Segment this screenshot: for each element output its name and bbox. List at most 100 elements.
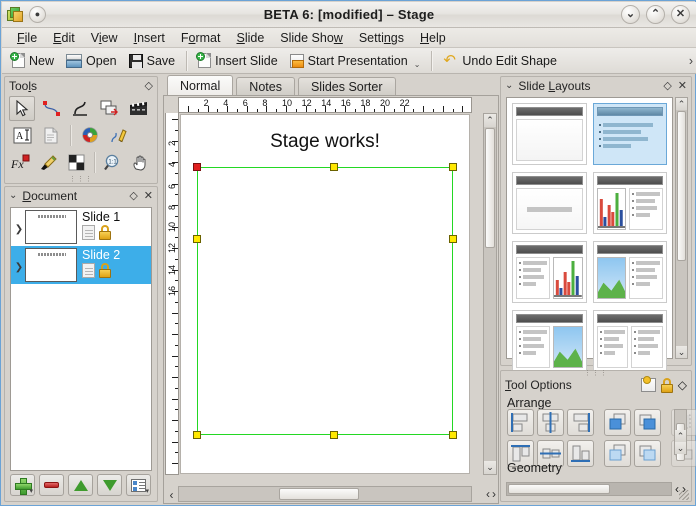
document-panel-config-icon[interactable]: ◇ (129, 189, 137, 202)
layout-title-centered-text[interactable] (512, 172, 587, 234)
scroll-left-button[interactable]: ‹ (486, 487, 490, 501)
lock-icon[interactable] (99, 225, 111, 240)
slide-list[interactable]: ❯ Slide 1 ❯ Slide 2 (10, 207, 152, 471)
zoom-tool[interactable]: 1:1 (101, 150, 125, 175)
layout-title-picture-bullets[interactable] (593, 241, 668, 303)
menu-insert[interactable]: Insert (126, 29, 173, 47)
text-tool[interactable]: A (9, 123, 35, 148)
layout-title-chart-bullets[interactable] (593, 172, 668, 234)
align-left-button[interactable] (507, 409, 534, 436)
scroll-up-button[interactable]: ⌃ (676, 98, 687, 110)
effects-tool[interactable]: Fx (9, 150, 33, 175)
connection-tool[interactable] (96, 96, 122, 121)
menu-view[interactable]: View (83, 29, 126, 47)
menu-settings[interactable]: Settings (351, 29, 412, 47)
tools-panel-config-icon[interactable]: ◇ (145, 79, 153, 92)
view-mode-button[interactable]: ▾ (126, 474, 151, 496)
add-slide-button[interactable]: ▾ (10, 474, 35, 496)
selection-handle-mid-right[interactable] (449, 235, 457, 243)
pan-tool[interactable] (129, 150, 153, 175)
menu-slide[interactable]: Slide (228, 29, 272, 47)
selection-handle-top-center[interactable] (330, 163, 338, 171)
bring-to-front-button[interactable] (604, 409, 631, 436)
start-presentation-button[interactable]: Start Presentation ⌄ (284, 50, 427, 72)
layout-title-bullets[interactable] (593, 103, 668, 165)
toolbar-overflow-button[interactable]: › (683, 50, 696, 72)
lock-icon[interactable] (661, 378, 673, 393)
layout-title-two-bullets[interactable] (593, 310, 668, 372)
layouts-scroll-thumb[interactable] (677, 111, 686, 261)
selection-handle-mid-left[interactable] (193, 235, 201, 243)
color-tool[interactable] (77, 123, 103, 148)
raise-button[interactable] (634, 409, 661, 436)
save-button[interactable]: Save (123, 50, 182, 72)
freehand-tool[interactable] (106, 123, 132, 148)
window-menu-icon[interactable]: ● (29, 6, 46, 23)
open-button[interactable]: Open (60, 50, 123, 72)
horizontal-ruler[interactable]: 246810121416182022 (178, 97, 472, 113)
window-resize-grip[interactable] (679, 490, 689, 500)
new-button[interactable]: New (6, 50, 60, 72)
tab-notes[interactable]: Notes (236, 77, 295, 96)
expand-slide-1-icon[interactable]: ❯ (13, 210, 25, 248)
menu-format[interactable]: Format (173, 29, 229, 47)
canvas-scroll-left-corner[interactable]: ‹ (166, 488, 177, 501)
move-slide-up-button[interactable] (68, 474, 93, 496)
layout-title-only[interactable] (512, 103, 587, 165)
scroll-down-button[interactable]: ⌄ (676, 346, 687, 358)
chevron-down-icon[interactable]: ⌄ (412, 60, 421, 71)
align-center-horizontal-button[interactable] (537, 409, 564, 436)
canvas-vertical-scrollbar[interactable]: ⌃ ⌄ (483, 113, 497, 475)
slide-1-thumbnail[interactable] (25, 210, 77, 244)
scroll-down-button[interactable]: ⌄ (675, 442, 686, 454)
curve-tool[interactable] (67, 96, 93, 121)
scroll-right-button[interactable]: › (492, 487, 496, 501)
tab-slides-sorter[interactable]: Slides Sorter (298, 77, 396, 96)
selection-handle-bottom-left[interactable] (193, 431, 201, 439)
close-button[interactable]: ✕ (671, 5, 690, 24)
selection-handle-bottom-center[interactable] (330, 431, 338, 439)
undo-button[interactable]: ↶ Undo Edit Shape (437, 50, 563, 72)
pattern-tool[interactable] (64, 150, 88, 175)
move-slide-down-button[interactable] (97, 474, 122, 496)
send-to-back-button[interactable] (604, 440, 631, 467)
page-tool[interactable] (38, 123, 64, 148)
slide-layouts-collapse-icon[interactable]: ⌄ (505, 80, 513, 91)
insert-slide-button[interactable]: Insert Slide (192, 50, 284, 72)
document-panel-close-icon[interactable]: ✕ (144, 189, 153, 202)
layout-title-bullets-picture[interactable] (512, 310, 587, 372)
menu-edit[interactable]: Edit (45, 29, 83, 47)
selection-handle-bottom-right[interactable] (449, 431, 457, 439)
vertical-scroll-thumb[interactable] (485, 128, 495, 248)
selection-handle-origin[interactable] (193, 163, 201, 171)
document-panel-collapse-icon[interactable]: ⌄ (9, 190, 17, 201)
expand-slide-2-icon[interactable]: ❯ (13, 248, 25, 286)
canvas-horizontal-scrollbar[interactable] (178, 486, 472, 502)
menu-file[interactable]: File (9, 29, 45, 47)
notes-icon[interactable] (82, 263, 95, 278)
horizontal-scroll-thumb[interactable] (279, 488, 359, 500)
scroll-up-button[interactable]: ⌃ (484, 114, 496, 127)
chevron-down-icon[interactable]: ▾ (145, 487, 149, 495)
scroll-up-button[interactable]: ⌃ (675, 430, 686, 442)
layout-title-bullets-chart[interactable] (512, 241, 587, 303)
menu-help[interactable]: Help (412, 29, 454, 47)
slide-title-text[interactable]: Stage works! (181, 131, 469, 153)
menu-slide-show[interactable]: Slide Show (272, 29, 351, 47)
maximize-button[interactable]: ⌃ (646, 5, 665, 24)
chevron-down-icon[interactable]: ▾ (29, 487, 33, 495)
tool-options-hscroll-track[interactable] (506, 482, 672, 496)
tool-options-config-icon[interactable]: ◇ (678, 378, 687, 392)
path-tool[interactable] (38, 96, 64, 121)
brush-tool[interactable] (36, 150, 60, 175)
tab-normal[interactable]: Normal (167, 75, 233, 96)
list-item[interactable]: ❯ Slide 1 (11, 208, 151, 246)
lower-button[interactable] (634, 440, 661, 467)
sticky-note-icon[interactable] (641, 378, 656, 392)
slide-2-thumbnail[interactable] (25, 248, 77, 282)
notes-icon[interactable] (82, 225, 95, 240)
align-right-button[interactable] (567, 409, 594, 436)
tool-options-vertical-scrollbar[interactable]: ⌃ ⌄ (674, 409, 687, 455)
slide-layouts-grid[interactable] (506, 97, 673, 359)
animation-tool[interactable] (125, 96, 151, 121)
